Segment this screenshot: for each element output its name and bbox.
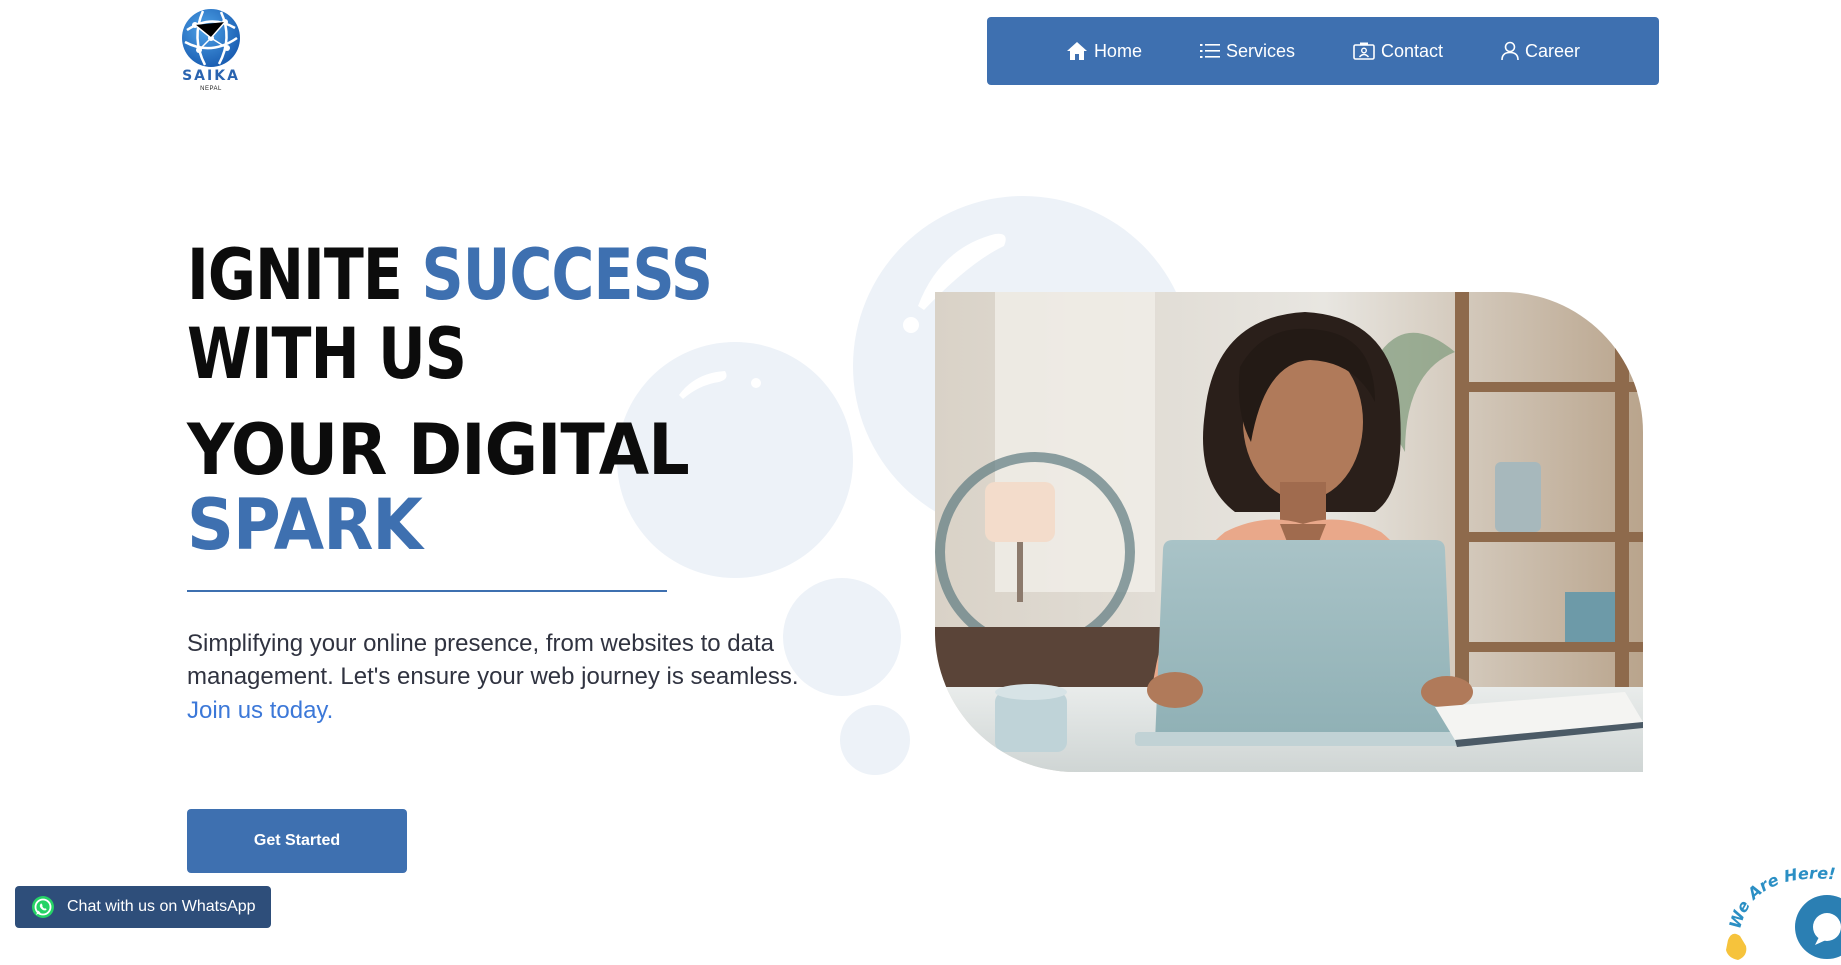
whatsapp-chat-button[interactable]: Chat with us on WhatsApp xyxy=(15,886,271,928)
logo-subtitle: NEPAL xyxy=(200,86,222,92)
woman-with-laptop-image xyxy=(935,292,1643,772)
home-icon xyxy=(1066,42,1087,60)
subheadline-word-spark: SPARK xyxy=(187,484,423,566)
hero-subheadline: YOUR DIGITAL SPARK xyxy=(187,413,782,563)
landing-page: SAIKA NEPAL Home Services Contact Career… xyxy=(0,0,1841,965)
nav-home[interactable]: Home xyxy=(1037,41,1171,62)
get-started-button[interactable]: Get Started xyxy=(187,809,407,873)
hero-photo xyxy=(935,292,1643,772)
brand-logo[interactable]: SAIKA NEPAL xyxy=(178,8,244,92)
main-nav: Home Services Contact Career xyxy=(987,17,1659,85)
join-us-link[interactable]: Join us today. xyxy=(187,697,333,725)
list-icon xyxy=(1199,44,1220,58)
logo-wordmark: SAIKA xyxy=(182,68,240,84)
whatsapp-icon xyxy=(32,896,54,918)
live-chat-widget[interactable]: We Are Here! xyxy=(1722,860,1841,965)
subheadline-line-your-digital: YOUR DIGITAL xyxy=(187,409,690,491)
decor-bubble-tiny xyxy=(840,705,910,775)
whatsapp-label: Chat with us on WhatsApp xyxy=(67,898,256,915)
nav-contact[interactable]: Contact xyxy=(1324,41,1472,62)
chat-bubble-icon xyxy=(1813,913,1841,945)
headline-word-ignite: IGNITE xyxy=(187,234,422,316)
hero-divider xyxy=(187,590,667,592)
globe-logo-icon xyxy=(182,9,240,67)
nav-contact-label: Contact xyxy=(1380,40,1444,61)
waving-hand-icon xyxy=(1726,933,1747,960)
nav-career[interactable]: Career xyxy=(1472,41,1609,62)
hero-description: Simplifying your online presence, from w… xyxy=(187,630,799,690)
nav-home-label: Home xyxy=(1093,40,1142,61)
headline-word-success: SUCCESS xyxy=(421,234,713,316)
user-icon xyxy=(1501,41,1519,61)
nav-services-label: Services xyxy=(1225,40,1295,61)
nav-services[interactable]: Services xyxy=(1171,41,1324,62)
hero-headline: IGNITE SUCCESS WITH US xyxy=(187,236,782,394)
chat-open-button[interactable] xyxy=(1795,895,1841,959)
nav-career-label: Career xyxy=(1525,40,1581,61)
contact-card-icon xyxy=(1353,42,1375,60)
headline-line-with-us: WITH US xyxy=(187,313,467,395)
